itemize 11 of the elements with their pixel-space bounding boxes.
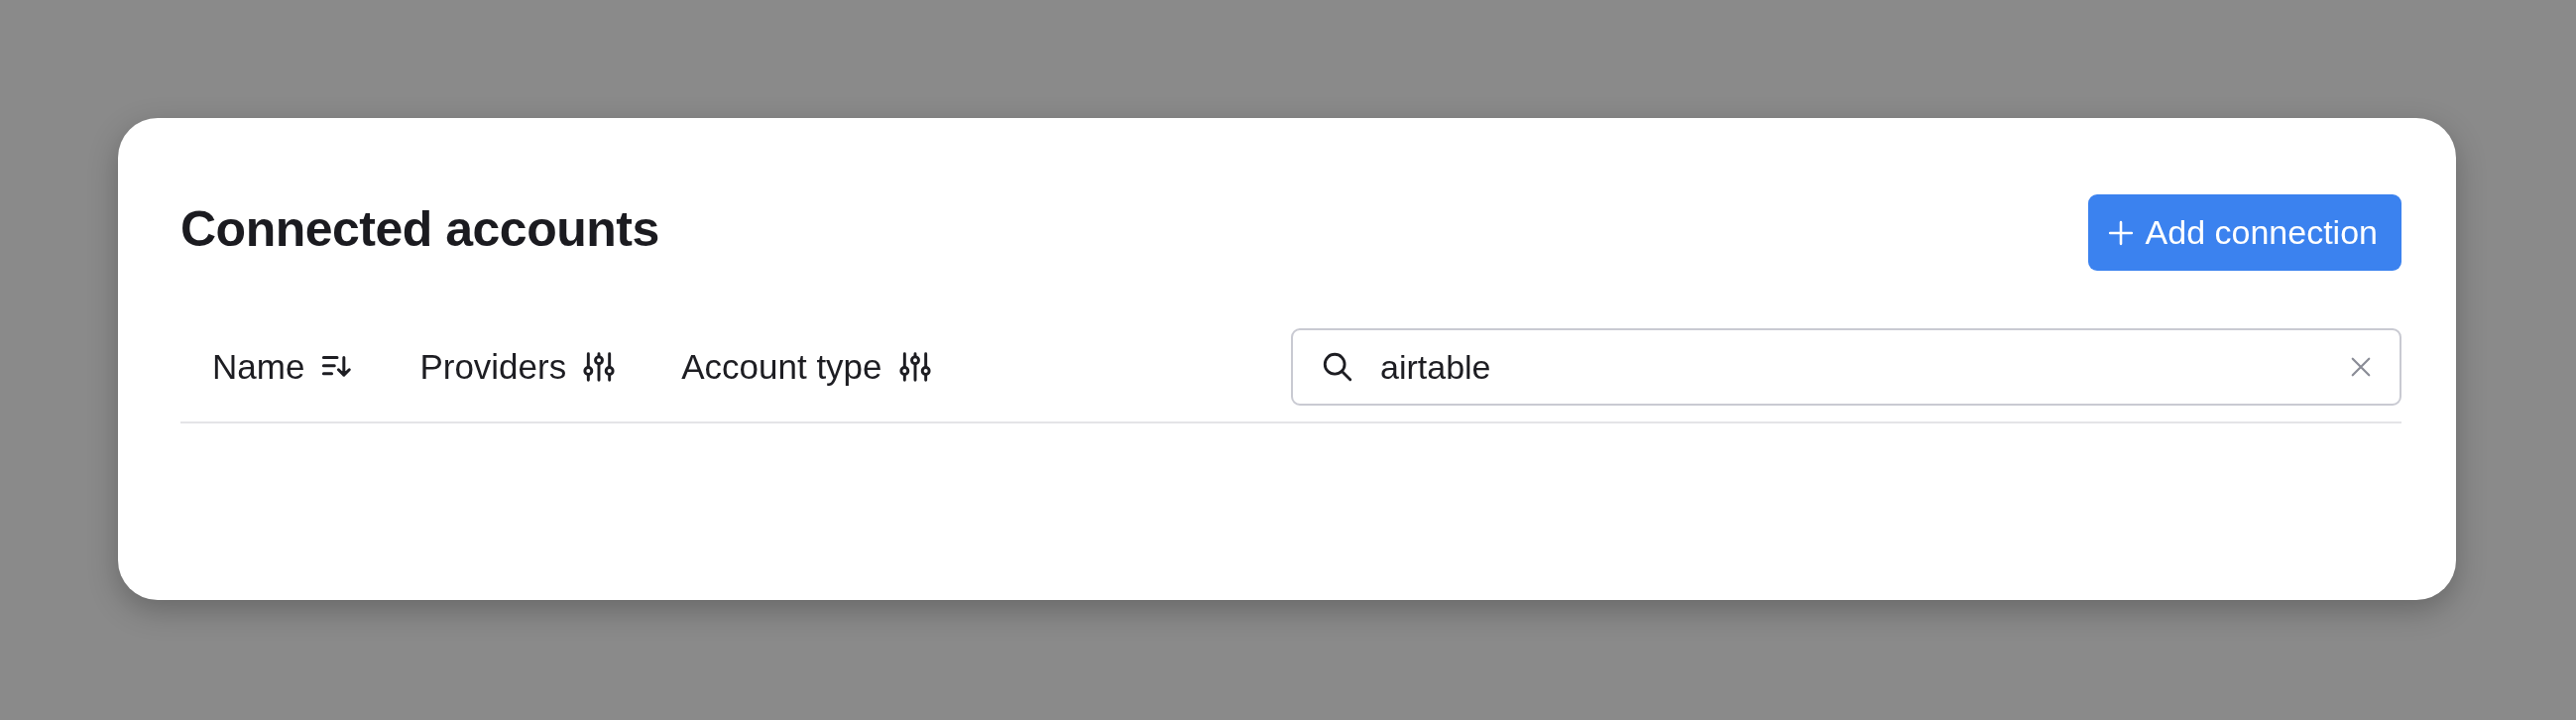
search-icon xyxy=(1321,350,1354,384)
add-connection-button[interactable]: Add connection xyxy=(2087,194,2401,271)
plus-icon xyxy=(2107,219,2134,246)
column-header[interactable]: Name xyxy=(212,347,305,387)
clear-icon[interactable] xyxy=(2350,356,2372,378)
sliders-icon[interactable] xyxy=(897,351,932,383)
sliders-icon[interactable] xyxy=(582,351,617,383)
page-title: Connected accounts xyxy=(180,200,659,258)
search-field[interactable]: airtable xyxy=(1291,328,2401,406)
column-header[interactable]: Account type xyxy=(681,347,882,387)
column-header[interactable]: Providers xyxy=(419,347,567,387)
